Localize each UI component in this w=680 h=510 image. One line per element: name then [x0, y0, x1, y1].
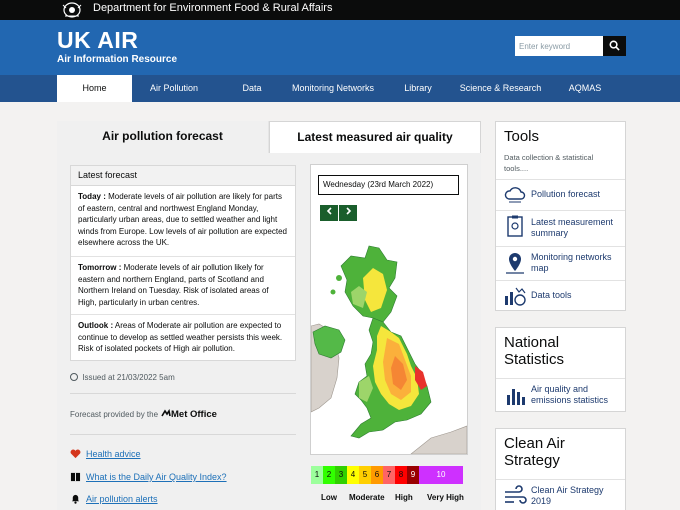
- clean-air-strategy-title: Clean Air Strategy: [504, 435, 565, 469]
- scale-label-high: High: [395, 493, 413, 502]
- daqi-band-10: 10: [419, 466, 463, 484]
- chevron-left-icon: [326, 207, 332, 215]
- divider: [496, 280, 625, 281]
- forecast-date-select[interactable]: Wednesday (23rd March 2022): [318, 175, 459, 195]
- previous-day-button[interactable]: [320, 205, 338, 221]
- wind-icon: [505, 485, 527, 504]
- bar-chart-icon: [507, 389, 525, 405]
- forecast-card: Latest forecast Today : Moderate levels …: [70, 165, 296, 361]
- masthead: UK AIR Air Information Resource: [0, 20, 680, 75]
- air-pollution-alerts-link[interactable]: Air pollution alerts: [70, 494, 158, 504]
- divider: [496, 378, 625, 379]
- island: [336, 275, 342, 281]
- tool-data-tools[interactable]: Data tools: [501, 284, 621, 308]
- chevron-right-icon: [345, 207, 351, 215]
- forecast-today: Today : Moderate levels of air pollution…: [71, 186, 295, 257]
- tool-latest-measurement-summary[interactable]: Latest measurement summary: [501, 214, 621, 242]
- divider: [496, 210, 625, 211]
- daqi-band-6: 6: [371, 466, 383, 484]
- met-office-label: Met Office: [171, 409, 217, 420]
- site-logo[interactable]: UK AIR: [57, 27, 138, 54]
- tool-label: Pollution forecast: [531, 189, 601, 199]
- health-advice-label: Health advice: [86, 449, 141, 459]
- clean-air-strategy-label: Clean Air Strategy 2019: [531, 485, 604, 506]
- bell-icon: [71, 494, 80, 504]
- tools-subtitle: Data collection & statistical tools....: [504, 153, 594, 173]
- heart-icon: [70, 449, 81, 459]
- divider: [70, 393, 296, 394]
- royal-crest-icon: [62, 2, 82, 18]
- forecast-tomorrow: Tomorrow : Moderate levels of air pollut…: [71, 257, 295, 315]
- met-office-swirl-icon: [161, 408, 171, 417]
- nav-aqmas[interactable]: AQMAS: [562, 75, 608, 102]
- nav-air-pollution[interactable]: Air Pollution: [140, 75, 208, 102]
- daqi-label: What is the Daily Air Quality Index?: [86, 472, 227, 482]
- tab-latest-measured-air-quality[interactable]: Latest measured air quality: [269, 121, 481, 153]
- tool-label: Data tools: [531, 290, 572, 300]
- nav-science-research[interactable]: Science & Research: [452, 75, 549, 102]
- site-tagline: Air Information Resource: [57, 54, 178, 65]
- daqi-band-9: 9: [407, 466, 419, 484]
- island: [330, 289, 336, 295]
- national-statistics-title: National Statistics: [504, 334, 565, 368]
- scale-label-low: Low: [321, 493, 337, 502]
- divider: [496, 246, 625, 247]
- tab-air-pollution-forecast[interactable]: Air pollution forecast: [57, 121, 269, 153]
- daqi-band-1: 1: [311, 466, 323, 484]
- france-landmass: [410, 425, 467, 454]
- daqi-link[interactable]: What is the Daily Air Quality Index?: [70, 472, 227, 482]
- government-bar: Department for Environment Food & Rural …: [0, 0, 680, 20]
- chart-tools-icon: [505, 287, 526, 306]
- forecast-heading: Latest forecast: [71, 166, 295, 186]
- tool-pollution-forecast[interactable]: Pollution forecast: [501, 183, 621, 207]
- scale-label-very-high: Very High: [427, 493, 464, 502]
- forecast-outlook: Outlook : Areas of Moderate air pollutio…: [71, 315, 295, 360]
- clean-air-strategy-2019-link[interactable]: Clean Air Strategy 2019: [501, 484, 621, 508]
- outlook-label: Outlook :: [78, 321, 114, 330]
- clock-icon: [70, 373, 78, 381]
- daqi-band-3: 3: [335, 466, 347, 484]
- uk-forecast-map[interactable]: [311, 226, 467, 454]
- tomorrow-label: Tomorrow :: [78, 263, 122, 272]
- daqi-band-8: 8: [395, 466, 407, 484]
- nav-home[interactable]: Home: [57, 75, 132, 102]
- met-office-logo[interactable]: Met Office: [161, 408, 217, 420]
- provided-by-text: Forecast provided by the: [70, 410, 159, 419]
- today-text: Moderate levels of air pollution are lik…: [78, 192, 287, 248]
- scale-label-moderate: Moderate: [349, 493, 385, 502]
- daqi-band-5: 5: [359, 466, 371, 484]
- island: [348, 261, 354, 267]
- book-icon: [70, 472, 81, 482]
- tool-label: Latest measurement summary: [531, 217, 614, 238]
- main-nav: Home Air Pollution Data Monitoring Netwo…: [0, 75, 680, 102]
- department-name[interactable]: Department for Environment Food & Rural …: [93, 2, 332, 14]
- nav-library[interactable]: Library: [397, 75, 439, 102]
- tool-monitoring-networks-map[interactable]: Monitoring networks map: [501, 251, 621, 277]
- issued-text: Issued at 21/03/2022 5am: [82, 373, 175, 382]
- national-statistics-label: Air quality and emissions statistics: [531, 384, 609, 405]
- divider: [496, 179, 625, 180]
- map-pin-icon: [506, 253, 524, 274]
- search-input[interactable]: [515, 36, 603, 56]
- search-icon: [609, 40, 620, 51]
- nav-data[interactable]: Data: [232, 75, 272, 102]
- daqi-band-7: 7: [383, 466, 395, 484]
- cloud-icon: [504, 187, 526, 203]
- divider: [496, 479, 625, 480]
- alerts-label: Air pollution alerts: [86, 494, 158, 504]
- air-quality-emissions-statistics-link[interactable]: Air quality and emissions statistics: [501, 383, 621, 409]
- divider: [70, 434, 296, 435]
- daqi-band-2: 2: [323, 466, 335, 484]
- clipboard-icon: [507, 215, 523, 237]
- today-label: Today :: [78, 192, 106, 201]
- tool-label: Monitoring networks map: [531, 252, 612, 273]
- issued-time: Issued at 21/03/2022 5am: [70, 373, 175, 382]
- nav-monitoring-networks[interactable]: Monitoring Networks: [283, 75, 383, 102]
- health-advice-link[interactable]: Health advice: [70, 449, 141, 459]
- tools-title: Tools: [504, 128, 540, 145]
- next-day-button[interactable]: [339, 205, 357, 221]
- daqi-band-4: 4: [347, 466, 359, 484]
- search-button[interactable]: [603, 36, 626, 56]
